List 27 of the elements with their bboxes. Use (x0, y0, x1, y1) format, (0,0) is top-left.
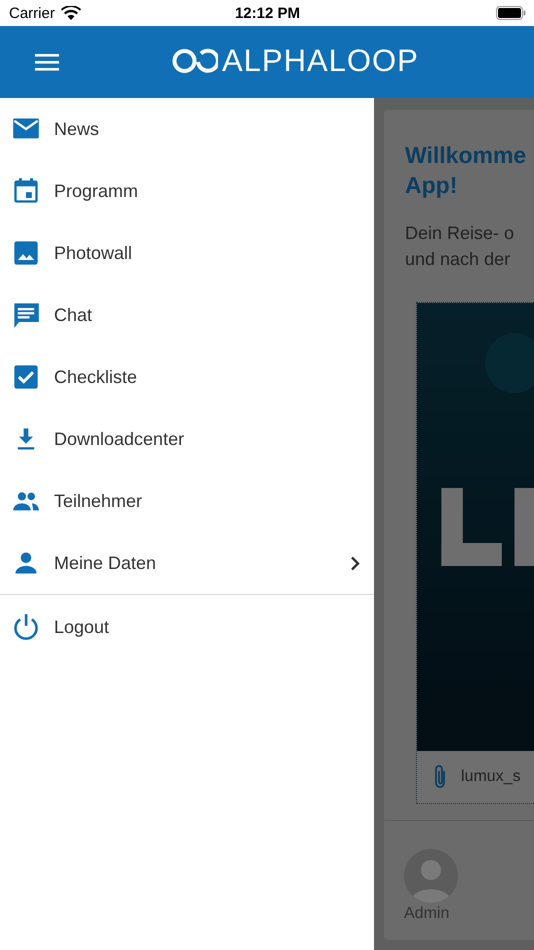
avatar-icon (404, 849, 458, 903)
app-logo-text: ALPHALOOP (222, 43, 419, 79)
battery-icon (496, 6, 526, 20)
paperclip-icon (433, 764, 447, 790)
image-icon (12, 239, 40, 267)
loop-logo-icon (172, 48, 218, 74)
chat-icon (12, 301, 40, 329)
menu-item[interactable]: Programm (0, 160, 374, 222)
menu-item[interactable]: Meine Daten (0, 532, 374, 594)
author-name: Admin (404, 905, 450, 923)
logout-item[interactable]: Logout (0, 595, 374, 659)
menu-item[interactable]: Teilnehmer (0, 470, 374, 532)
calendar-icon (12, 177, 40, 205)
checkbox-icon (12, 363, 40, 391)
welcome-heading: Willkomme App! (405, 141, 528, 200)
carrier-label: Carrier (9, 4, 55, 22)
wifi-icon (60, 6, 81, 20)
menu-icon (35, 54, 59, 70)
menu-item[interactable]: Checkliste (0, 346, 374, 408)
attachment-name: lumux_s (461, 768, 521, 786)
power-icon (12, 613, 40, 641)
intro-text: Dein Reise- o und nach der (405, 222, 516, 271)
menu-item[interactable]: Photowall (0, 222, 374, 284)
menu-item[interactable]: News (0, 98, 374, 160)
menu-item[interactable]: Downloadcenter (0, 408, 374, 470)
menu-item[interactable]: Chat (0, 284, 374, 346)
clock: 12:12 PM (234, 4, 302, 22)
